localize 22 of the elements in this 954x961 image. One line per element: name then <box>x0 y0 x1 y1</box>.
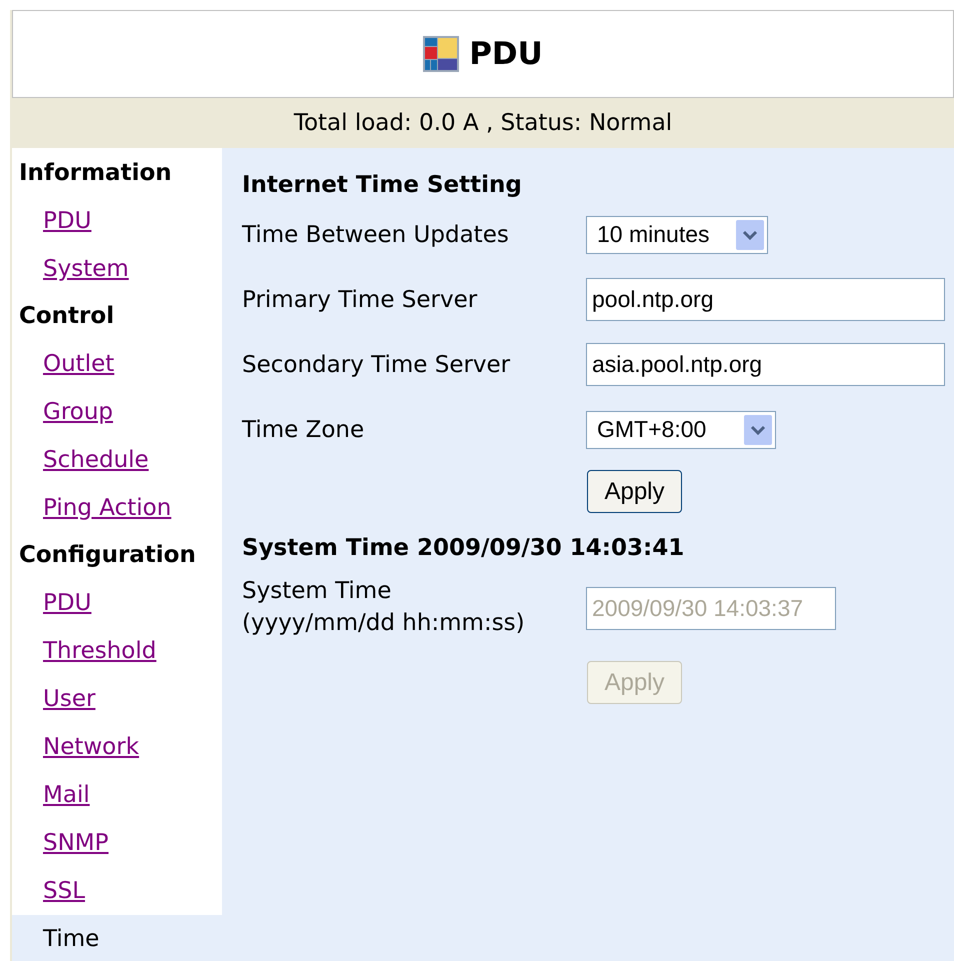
text-field[interactable]: pool.ntp.org <box>586 278 945 321</box>
sidebar-heading: Information <box>19 159 172 188</box>
field-label: Secondary Time Server <box>242 350 512 380</box>
dropdown[interactable]: GMT+8:00 <box>586 410 776 448</box>
sidebar-heading: Configuration <box>19 541 196 570</box>
apply-button[interactable]: Apply <box>587 470 682 513</box>
dropdown[interactable]: 10 minutes <box>586 216 768 254</box>
field-label: Time Zone <box>242 416 366 444</box>
field-label: Primary Time Server <box>242 286 478 314</box>
section-title: System Time 2009/09/30 14:03:41 <box>242 534 684 563</box>
page-title: PDU <box>469 34 543 74</box>
sidebar-heading: Control <box>19 302 114 332</box>
status-text: Total load: 0.0 A , Status: Normal <box>294 108 672 138</box>
chevron-down-icon <box>736 220 764 250</box>
logo-icon <box>423 36 460 72</box>
sidebar-item[interactable]: Time <box>12 915 222 961</box>
chevron-down-icon <box>744 414 772 444</box>
format-hint: (yyyy/mm/dd hh:mm:ss) <box>242 609 526 638</box>
text-field[interactable]: asia.pool.ntp.org <box>586 343 945 386</box>
field-label: System Time <box>242 577 392 606</box>
field-label: Time Between Updates <box>242 220 510 250</box>
section-title: Internet Time Setting <box>242 170 522 200</box>
